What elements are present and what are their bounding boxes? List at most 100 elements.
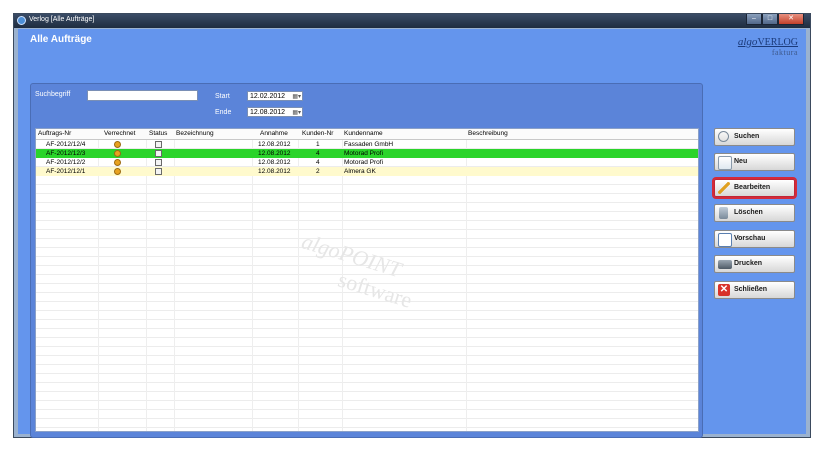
row-divider xyxy=(36,238,698,239)
cell-kundenname: Fassaden GmbH xyxy=(344,141,394,148)
vorschau-label: Vorschau xyxy=(734,235,766,242)
cell-status xyxy=(146,140,174,149)
row-divider xyxy=(36,427,698,428)
status-icon xyxy=(155,141,162,148)
row-divider xyxy=(36,256,698,257)
window-title: Verlog [Alle Aufträge] xyxy=(29,16,95,23)
column-header-beschreibung[interactable]: Beschreibung xyxy=(466,129,698,139)
bearbeiten-label: Bearbeiten xyxy=(734,184,771,191)
row-divider xyxy=(36,319,698,320)
end-label: Ende xyxy=(215,109,232,116)
cell-kunden-nr: 4 xyxy=(316,150,320,157)
column-header-annahme[interactable]: Annahme xyxy=(252,129,298,139)
row-divider xyxy=(36,301,698,302)
table-row[interactable]: AF-2012/12/4 12.08.2012 1 Fassaden GmbH xyxy=(36,140,698,149)
column-header-kundenname[interactable]: Kundenname xyxy=(342,129,466,139)
search-input[interactable] xyxy=(87,90,198,101)
row-divider xyxy=(36,184,698,185)
loeschen-label: Löschen xyxy=(734,209,763,216)
search-label: Suchbegriff xyxy=(35,91,71,98)
title-bar[interactable]: Verlog [Alle Aufträge] – □ ✕ xyxy=(14,14,810,28)
column-header-kunden-nr[interactable]: Kunden-Nr xyxy=(298,129,342,139)
table-header: Auftrags-Nr Verrechnet Status Bezeichnun… xyxy=(36,129,698,140)
cell-bezeichnung xyxy=(174,149,252,158)
cell-verrechnet xyxy=(98,140,146,149)
close-window-button[interactable]: ✕ xyxy=(778,14,804,25)
row-divider xyxy=(36,364,698,365)
row-divider xyxy=(36,292,698,293)
row-divider xyxy=(36,274,698,275)
row-divider xyxy=(36,355,698,356)
cell-auftrags-nr: AF-2012/12/2 xyxy=(46,159,86,166)
row-divider xyxy=(36,283,698,284)
table-row[interactable]: AF-2012/12/1 12.08.2012 2 Almera GK xyxy=(36,167,698,176)
table-row[interactable]: AF-2012/12/2 12.08.2012 4 Motorad Profi xyxy=(36,158,698,167)
maximize-button[interactable]: □ xyxy=(762,14,778,25)
table-row[interactable]: AF-2012/12/3 12.08.2012 4 Motorad Profi xyxy=(36,149,698,158)
not-billed-warning-icon xyxy=(114,150,121,157)
printer-icon xyxy=(718,260,732,269)
cell-beschreibung xyxy=(466,167,698,176)
not-billed-warning-icon xyxy=(114,168,121,175)
column-header-verrechnet[interactable]: Verrechnet xyxy=(98,129,146,139)
end-date-value: 12.08.2012 xyxy=(250,109,286,116)
cell-annahme: 12.08.2012 xyxy=(258,168,291,175)
schliessen-button[interactable]: ✕ Schließen xyxy=(714,281,795,299)
row-divider xyxy=(36,409,698,410)
cell-verrechnet xyxy=(98,149,146,158)
column-header-status[interactable]: Status xyxy=(146,129,174,139)
column-header-bezeichnung[interactable]: Bezeichnung xyxy=(174,129,252,139)
cell-beschreibung xyxy=(466,149,698,158)
row-divider xyxy=(36,337,698,338)
vorschau-button[interactable]: Vorschau xyxy=(714,230,795,248)
page-title: Alle Aufträge xyxy=(30,34,92,45)
drucken-button[interactable]: Drucken xyxy=(714,255,795,273)
row-divider xyxy=(36,382,698,383)
cell-annahme: 12.08.2012 xyxy=(258,159,291,166)
suchen-button[interactable]: Suchen xyxy=(714,128,795,146)
orders-table[interactable]: Auftrags-Nr Verrechnet Status Bezeichnun… xyxy=(35,128,699,432)
app-window: Verlog [Alle Aufträge] – □ ✕ Alle Aufträ… xyxy=(13,13,811,438)
new-document-icon xyxy=(718,156,732,170)
client-area: Alle Aufträge algoVERLOG faktura Suchbeg… xyxy=(18,29,806,438)
neu-button[interactable]: Neu xyxy=(714,153,795,171)
loeschen-button[interactable]: Löschen xyxy=(714,204,795,222)
logo-subtitle: faktura xyxy=(771,48,798,57)
column-header-auftrags-nr[interactable]: Auftrags-Nr xyxy=(36,129,98,139)
not-billed-warning-icon xyxy=(114,159,121,166)
drucken-label: Drucken xyxy=(734,260,763,267)
cell-beschreibung xyxy=(466,140,698,149)
row-divider xyxy=(36,328,698,329)
cell-annahme: 12.08.2012 xyxy=(258,150,291,157)
status-icon xyxy=(155,159,162,166)
cell-kunden-nr: 1 xyxy=(316,141,320,148)
algoverlog-logo: algoVERLOG faktura xyxy=(738,36,798,57)
row-divider xyxy=(36,202,698,203)
bearbeiten-button[interactable]: Bearbeiten xyxy=(714,179,795,197)
cell-verrechnet xyxy=(98,158,146,167)
status-icon xyxy=(155,150,162,157)
start-date-picker[interactable]: 12.02.2012 ▦▾ xyxy=(247,91,303,101)
cell-kundenname: Almera GK xyxy=(344,168,376,175)
row-divider xyxy=(36,418,698,419)
row-divider xyxy=(36,373,698,374)
cell-bezeichnung xyxy=(174,158,252,167)
start-date-value: 12.02.2012 xyxy=(250,93,286,100)
cell-auftrags-nr: AF-2012/12/1 xyxy=(46,168,86,175)
suchen-label: Suchen xyxy=(734,133,760,140)
row-divider xyxy=(36,211,698,212)
end-date-picker[interactable]: 12.08.2012 ▦▾ xyxy=(247,107,303,117)
start-label: Start xyxy=(215,93,230,100)
cell-status xyxy=(146,149,174,158)
row-divider xyxy=(36,400,698,401)
cell-bezeichnung xyxy=(174,167,252,176)
calendar-dropdown-icon[interactable]: ▦▾ xyxy=(292,109,301,118)
row-divider xyxy=(36,346,698,347)
not-billed-warning-icon xyxy=(114,141,121,148)
row-divider xyxy=(36,310,698,311)
minimize-button[interactable]: – xyxy=(746,14,762,25)
cell-auftrags-nr: AF-2012/12/4 xyxy=(46,141,86,148)
logo-brand-italic: algo xyxy=(737,36,758,48)
row-divider xyxy=(36,265,698,266)
calendar-dropdown-icon[interactable]: ▦▾ xyxy=(292,93,301,102)
